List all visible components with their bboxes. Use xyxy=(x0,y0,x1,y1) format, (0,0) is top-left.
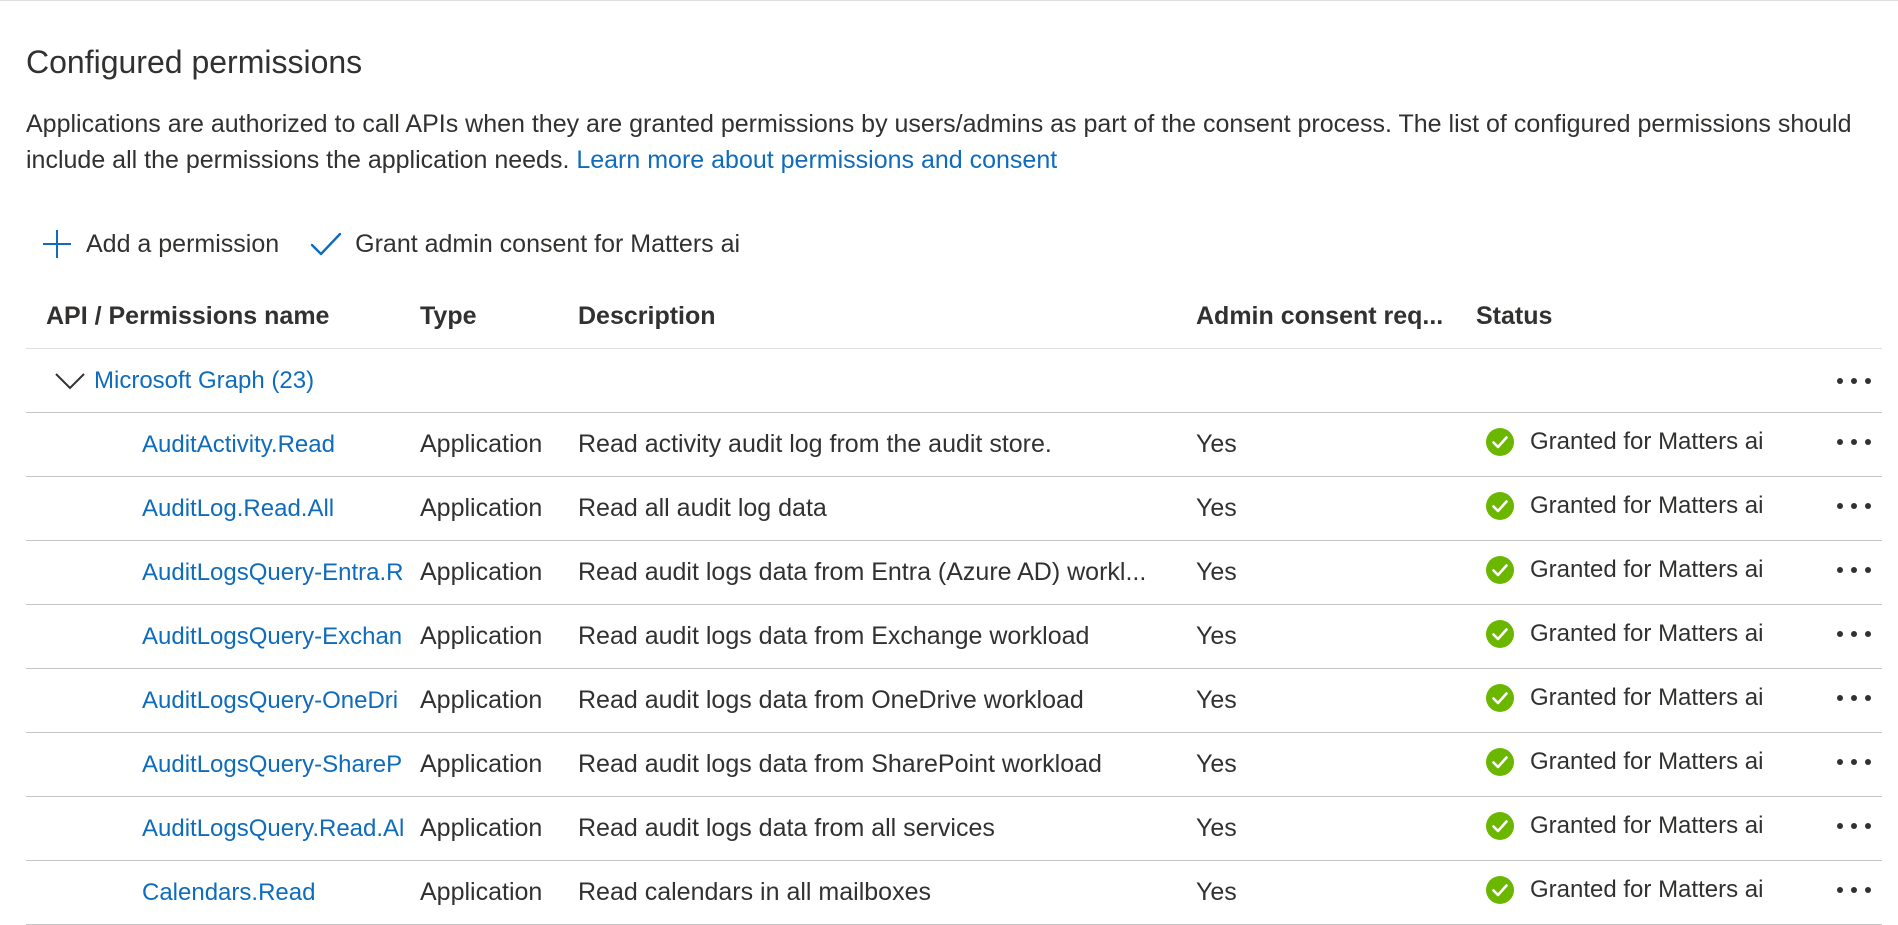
admin-consent-required: Yes xyxy=(1196,878,1237,906)
more-options-icon[interactable] xyxy=(1826,870,1882,910)
permission-type: Application xyxy=(420,558,543,586)
table-row: AuditLogsQuery.Read.Al Application Read … xyxy=(26,797,1882,861)
table-row: Calendars.Read Application Read calendar… xyxy=(26,861,1882,925)
success-check-icon xyxy=(1486,683,1514,712)
status-text: Granted for Matters ai xyxy=(1530,812,1764,839)
more-options-icon[interactable] xyxy=(1826,678,1882,718)
permission-type: Application xyxy=(420,750,543,778)
table-body: AuditActivity.Read Application Read acti… xyxy=(26,413,1882,925)
add-permission-label: Add a permission xyxy=(86,229,280,258)
table-row: AuditLogsQuery-ShareP Application Read a… xyxy=(26,733,1882,797)
chevron-down-icon[interactable] xyxy=(54,369,86,393)
success-check-icon xyxy=(1486,811,1514,840)
status-text: Granted for Matters ai xyxy=(1530,556,1764,583)
permission-type: Application xyxy=(420,494,543,522)
permission-status: Granted for Matters ai xyxy=(1486,666,1806,729)
success-check-icon xyxy=(1486,747,1514,776)
table-row: AuditLogsQuery-Entra.R Application Read … xyxy=(26,541,1882,605)
toolbar: Add a permission Grant admin consent for… xyxy=(40,222,740,266)
permission-status: Granted for Matters ai xyxy=(1486,410,1806,473)
success-check-icon xyxy=(1486,491,1514,520)
permission-name-link[interactable]: Calendars.Read xyxy=(142,861,422,924)
permission-status: Granted for Matters ai xyxy=(1486,602,1806,665)
permission-description: Read audit logs data from OneDrive workl… xyxy=(578,686,1084,714)
status-text: Granted for Matters ai xyxy=(1530,620,1764,647)
plus-icon xyxy=(40,227,74,261)
add-permission-button[interactable]: Add a permission xyxy=(40,222,279,266)
section-title: Configured permissions xyxy=(26,44,363,80)
permission-description: Read audit logs data from all services xyxy=(578,814,995,842)
group-row-microsoft-graph: Microsoft Graph (23) xyxy=(26,349,1882,413)
permission-status: Granted for Matters ai xyxy=(1486,730,1806,793)
table-row: AuditLogsQuery-Exchan Application Read a… xyxy=(26,605,1882,669)
permission-type: Application xyxy=(420,686,543,714)
status-text: Granted for Matters ai xyxy=(1530,876,1764,903)
grant-admin-consent-label: Grant admin consent for Matters ai xyxy=(355,229,741,258)
learn-more-link[interactable]: Learn more about permissions and consent xyxy=(576,146,1057,174)
table-header: API / Permissions name Type Description … xyxy=(26,284,1882,349)
more-options-icon[interactable] xyxy=(1826,550,1882,590)
admin-consent-required: Yes xyxy=(1196,750,1237,778)
admin-consent-required: Yes xyxy=(1196,494,1237,522)
more-options-icon[interactable] xyxy=(1826,806,1882,846)
permission-type: Application xyxy=(420,878,543,906)
permission-name-link[interactable]: AuditLog.Read.All xyxy=(142,477,422,540)
table-row: AuditActivity.Read Application Read acti… xyxy=(26,413,1882,477)
success-check-icon xyxy=(1486,555,1514,584)
column-header-admin-consent[interactable]: Admin consent req... xyxy=(1196,284,1443,348)
permission-type: Application xyxy=(420,622,543,650)
permission-description: Read audit logs data from Entra (Azure A… xyxy=(578,558,1147,586)
status-text: Granted for Matters ai xyxy=(1530,748,1764,775)
permission-description: Read all audit log data xyxy=(578,494,827,522)
permission-status: Granted for Matters ai xyxy=(1486,858,1806,921)
admin-consent-required: Yes xyxy=(1196,558,1237,586)
table-row: AuditLogsQuery-OneDri Application Read a… xyxy=(26,669,1882,733)
permission-type: Application xyxy=(420,430,543,458)
permission-name-link[interactable]: AuditLogsQuery-ShareP xyxy=(142,733,422,796)
table-row: AuditLog.Read.All Application Read all a… xyxy=(26,477,1882,541)
grant-admin-consent-button[interactable]: Grant admin consent for Matters ai xyxy=(309,222,740,266)
permission-type: Application xyxy=(420,814,543,842)
group-label[interactable]: Microsoft Graph (23) xyxy=(94,349,314,412)
permission-name-link[interactable]: AuditLogsQuery-OneDri xyxy=(142,669,422,732)
more-options-icon[interactable] xyxy=(1826,422,1882,462)
permission-name-link[interactable]: AuditLogsQuery-Entra.R xyxy=(142,541,422,604)
permission-status: Granted for Matters ai xyxy=(1486,474,1806,537)
status-text: Granted for Matters ai xyxy=(1530,492,1764,519)
more-options-icon[interactable] xyxy=(1826,486,1882,526)
success-check-icon xyxy=(1486,875,1514,904)
column-header-type[interactable]: Type xyxy=(420,284,477,348)
permission-name-link[interactable]: AuditActivity.Read xyxy=(142,413,422,476)
permission-description: Read audit logs data from Exchange workl… xyxy=(578,622,1090,650)
permission-status: Granted for Matters ai xyxy=(1486,794,1806,857)
admin-consent-required: Yes xyxy=(1196,686,1237,714)
permission-name-link[interactable]: AuditLogsQuery-Exchan xyxy=(142,605,422,668)
admin-consent-required: Yes xyxy=(1196,622,1237,650)
admin-consent-required: Yes xyxy=(1196,430,1237,458)
status-text: Granted for Matters ai xyxy=(1530,428,1764,455)
more-options-icon[interactable] xyxy=(1826,742,1882,782)
column-header-description[interactable]: Description xyxy=(578,284,716,348)
more-options-icon[interactable] xyxy=(1826,614,1882,654)
top-divider xyxy=(0,0,1898,1)
column-header-name[interactable]: API / Permissions name xyxy=(46,284,329,348)
permission-description: Read audit logs data from SharePoint wor… xyxy=(578,750,1102,778)
success-check-icon xyxy=(1486,427,1514,456)
column-header-status[interactable]: Status xyxy=(1476,284,1552,348)
permission-status: Granted for Matters ai xyxy=(1486,538,1806,601)
section-description: Applications are authorized to call APIs… xyxy=(26,106,1876,178)
success-check-icon xyxy=(1486,619,1514,648)
permission-description: Read activity audit log from the audit s… xyxy=(578,430,1052,458)
checkmark-icon xyxy=(309,227,343,261)
permission-name-link[interactable]: AuditLogsQuery.Read.Al xyxy=(142,797,422,860)
status-text: Granted for Matters ai xyxy=(1530,684,1764,711)
admin-consent-required: Yes xyxy=(1196,814,1237,842)
permission-description: Read calendars in all mailboxes xyxy=(578,878,931,906)
more-options-icon[interactable] xyxy=(1826,361,1882,401)
permissions-table: API / Permissions name Type Description … xyxy=(26,284,1882,925)
